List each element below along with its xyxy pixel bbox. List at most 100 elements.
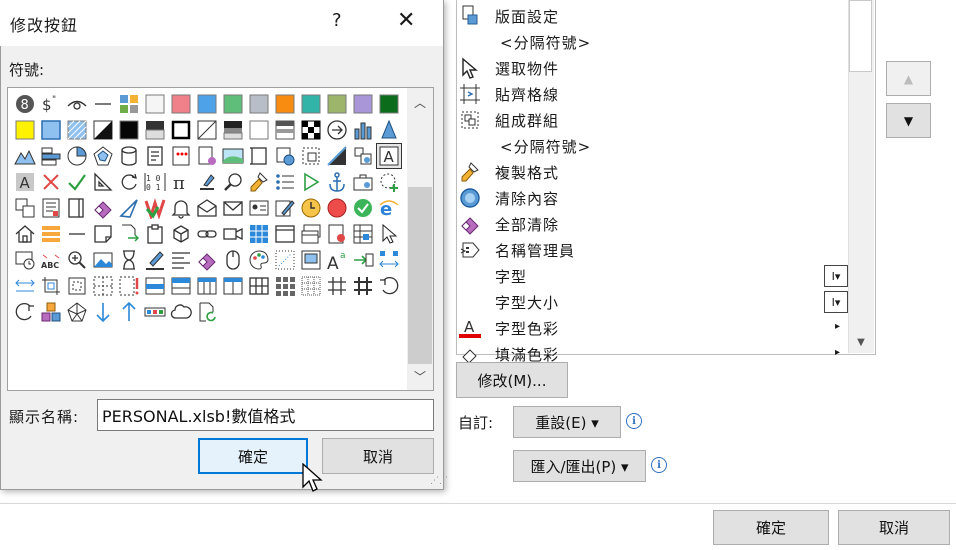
dash-icon[interactable] (90, 91, 116, 117)
green-check-circle-icon[interactable] (350, 195, 376, 221)
picture-icon[interactable] (90, 247, 116, 273)
grid-9-icon[interactable] (272, 273, 298, 299)
dotted-frame-icon[interactable] (272, 247, 298, 273)
radar-icon[interactable] (90, 143, 116, 169)
display-name-input[interactable] (97, 399, 434, 431)
reset-button[interactable]: 重設(E) ▾ (513, 406, 621, 438)
window-icon[interactable] (272, 221, 298, 247)
modify-button[interactable]: 修改(M)... (456, 362, 568, 398)
goal-seek-icon[interactable] (350, 247, 376, 273)
spread-arrows-icon[interactable] (12, 273, 38, 299)
black-square-icon[interactable] (116, 117, 142, 143)
distribute-icon[interactable] (376, 247, 402, 273)
hatched-blue-square-icon[interactable] (64, 117, 90, 143)
command-item[interactable]: 版面設定 (458, 3, 848, 29)
pen-line-icon[interactable] (142, 247, 168, 273)
command-item[interactable]: 組成群組 (458, 107, 848, 133)
command-item[interactable]: 選取物件 (458, 55, 848, 81)
orange-square-icon[interactable] (272, 91, 298, 117)
bar-horizontal-icon[interactable] (38, 143, 64, 169)
form-icon[interactable] (142, 143, 168, 169)
clock-board-icon[interactable] (12, 247, 38, 273)
book-icon[interactable] (64, 195, 90, 221)
chevron-up-icon[interactable]: ︿ (407, 92, 433, 112)
magnifier-icon[interactable] (220, 169, 246, 195)
darkgreen-square-icon[interactable] (376, 91, 402, 117)
align-left-icon[interactable] (168, 247, 194, 273)
dash-2-icon[interactable] (64, 221, 90, 247)
exclamation-frame-icon[interactable] (116, 273, 142, 299)
bell-icon[interactable] (168, 195, 194, 221)
pointer-icon[interactable] (376, 221, 402, 247)
dark-gradient-square-icon[interactable] (220, 117, 246, 143)
window-stack-icon[interactable] (298, 221, 324, 247)
red-x-icon[interactable] (38, 169, 64, 195)
resize-grip-icon[interactable]: ⋰⋰ (430, 476, 448, 486)
eraser-2-icon[interactable] (194, 247, 220, 273)
dotted-grid-icon[interactable] (298, 273, 324, 299)
undo-icon[interactable] (376, 273, 402, 299)
video-icon[interactable] (220, 221, 246, 247)
dialog-cancel-button[interactable]: 取消 (322, 438, 434, 474)
arrow-circle-icon[interactable] (324, 117, 350, 143)
white-square-2-icon[interactable] (246, 117, 272, 143)
command-item[interactable]: 字型大小 I▾ (458, 289, 848, 315)
briefcase-icon[interactable] (350, 169, 376, 195)
spider-icon[interactable] (64, 299, 90, 325)
envelope-icon[interactable] (220, 195, 246, 221)
copy-frames-icon[interactable] (12, 195, 38, 221)
green-square-icon[interactable] (220, 91, 246, 117)
command-item[interactable]: 貼齊格線 (458, 81, 848, 107)
gradient-square-icon[interactable] (142, 117, 168, 143)
database-form-icon[interactable] (194, 143, 220, 169)
mountain-icon[interactable] (12, 143, 38, 169)
shapes-icon[interactable] (350, 143, 376, 169)
link-icon[interactable] (194, 221, 220, 247)
command-separator[interactable]: <分隔符號> (458, 29, 848, 55)
crop-icon[interactable] (38, 273, 64, 299)
blue-grid-icon[interactable] (246, 221, 272, 247)
diagonal-fill-icon[interactable] (324, 143, 350, 169)
command-item[interactable]: 名稱管理員 (458, 237, 848, 263)
dashed-circle-plus-icon[interactable] (376, 169, 402, 195)
sheet-grid-icon[interactable] (350, 221, 376, 247)
clipboard-icon[interactable] (142, 221, 168, 247)
command-item[interactable]: A 字型色彩 ▸ (458, 315, 848, 341)
move-up-button[interactable]: ▲ (886, 61, 931, 96)
table-cols-icon[interactable] (194, 273, 220, 299)
command-list-scroll-thumb[interactable] (849, 0, 872, 72)
home-icon[interactable] (12, 221, 38, 247)
eye-icon[interactable] (64, 91, 90, 117)
table-split-icon[interactable] (220, 273, 246, 299)
text-a-box-icon[interactable]: A (376, 143, 402, 169)
yellow-square-icon[interactable] (12, 117, 38, 143)
landscape-icon[interactable] (220, 143, 246, 169)
command-item[interactable]: 複製格式 (458, 159, 848, 185)
info-icon[interactable]: i (626, 413, 642, 429)
pen-nib-icon[interactable] (116, 195, 142, 221)
table-2-icon[interactable] (142, 273, 168, 299)
contact-card-icon[interactable] (246, 195, 272, 221)
grid-4-icon[interactable] (246, 273, 272, 299)
abc-icon[interactable]: ABC (38, 247, 64, 273)
pi-icon[interactable]: π (168, 169, 194, 195)
edit-form-icon[interactable] (272, 195, 298, 221)
gray-square-icon[interactable] (246, 91, 272, 117)
hourglass-icon[interactable] (116, 247, 142, 273)
green-check-icon[interactable] (64, 169, 90, 195)
frame-icon[interactable] (246, 143, 272, 169)
command-separator[interactable]: <分隔符號> (458, 133, 848, 159)
striped-square-icon[interactable] (272, 117, 298, 143)
lightblue-square-icon[interactable] (38, 117, 64, 143)
anchor-icon[interactable] (324, 169, 350, 195)
cone-icon[interactable] (376, 117, 402, 143)
frame-window-icon[interactable] (298, 247, 324, 273)
checker-icon[interactable] (298, 117, 324, 143)
paintbrush-icon[interactable] (246, 169, 272, 195)
circle-8-icon[interactable]: 8 (12, 91, 38, 117)
close-icon[interactable]: ✕ (397, 8, 415, 33)
olive-square-icon[interactable] (324, 91, 350, 117)
cube-icon[interactable] (168, 221, 194, 247)
command-item[interactable]: 全部清除 (458, 211, 848, 237)
command-item[interactable]: 字型 I▾ (458, 263, 848, 289)
